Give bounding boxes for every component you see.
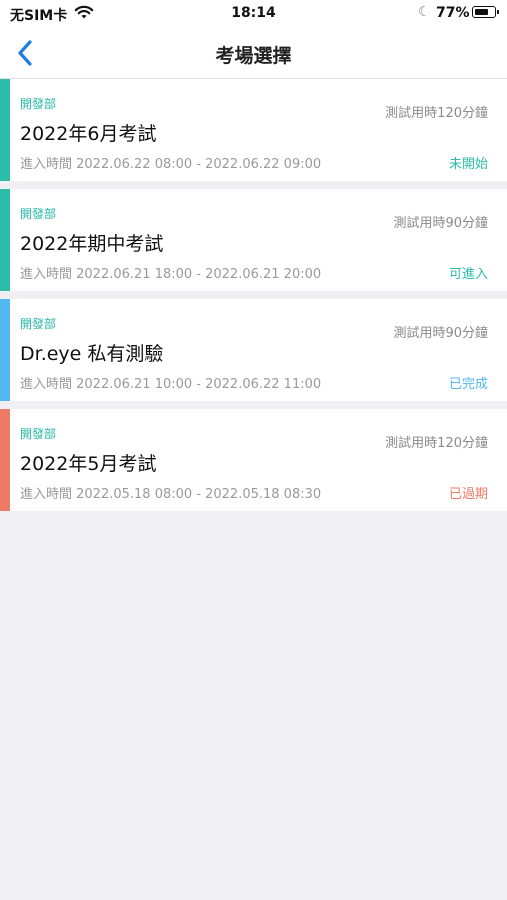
- status-color-bar: [0, 189, 10, 291]
- moon-icon: ☾: [418, 4, 431, 20]
- battery-percent: 77%: [436, 5, 470, 21]
- entry-period: 進入時間 2022.06.21 18:00 - 2022.06.21 20:00: [20, 267, 322, 282]
- exam-card[interactable]: 開發部測試用時120分鐘 2022年6月考試進入時間 2022.06.22 08:…: [0, 79, 507, 181]
- department-label: 開發部: [20, 97, 57, 111]
- top-bar: 无SIM卡 18:14 ☾ 77% 考場選擇: [0, 0, 507, 79]
- battery-icon: [472, 6, 499, 18]
- exam-name: 2022年6月考試: [20, 123, 157, 145]
- status-bar: 无SIM卡 18:14 ☾ 77%: [0, 0, 507, 28]
- entry-period: 進入時間 2022.05.18 08:00 - 2022.05.18 08:30: [20, 487, 322, 502]
- page-title: 考場選擇: [215, 45, 292, 67]
- duration-label: 測試用時120分鐘: [385, 106, 488, 121]
- status-color-bar: [0, 299, 10, 401]
- exam-name: 2022年期中考試: [20, 233, 164, 255]
- exam-status: 已完成: [448, 377, 488, 392]
- status-time: 18:14: [231, 5, 276, 21]
- exam-status: 已過期: [448, 487, 488, 502]
- exam-status: 可進入: [448, 267, 488, 282]
- exam-card[interactable]: 開發部測試用時90分鐘 2022年期中考試進入時間 2022.06.21 18:0…: [0, 189, 507, 291]
- exam-name: 2022年5月考試: [20, 453, 157, 475]
- department-label: 開發部: [20, 427, 57, 441]
- department-label: 開發部: [20, 207, 57, 221]
- status-color-bar: [0, 409, 10, 511]
- exam-card[interactable]: 開發部測試用時90分鐘 Dr.eye 私有測驗進入時間 2022.06.21 10…: [0, 299, 507, 401]
- duration-label: 測試用時90分鐘: [393, 326, 488, 341]
- exam-card[interactable]: 開發部測試用時120分鐘 2022年5月考試進入時間 2022.05.18 08:…: [0, 409, 507, 511]
- entry-period: 進入時間 2022.06.22 08:00 - 2022.06.22 09:00: [20, 157, 322, 172]
- exam-status: 未開始: [448, 157, 488, 172]
- navigation-bar: 考場選擇: [0, 28, 507, 78]
- exam-name: Dr.eye 私有測驗: [20, 343, 164, 365]
- status-color-bar: [0, 79, 10, 181]
- duration-label: 測試用時120分鐘: [385, 436, 488, 451]
- duration-label: 測試用時90分鐘: [393, 216, 488, 231]
- entry-period: 進入時間 2022.06.21 10:00 - 2022.06.22 11:00: [20, 377, 322, 392]
- department-label: 開發部: [20, 317, 57, 331]
